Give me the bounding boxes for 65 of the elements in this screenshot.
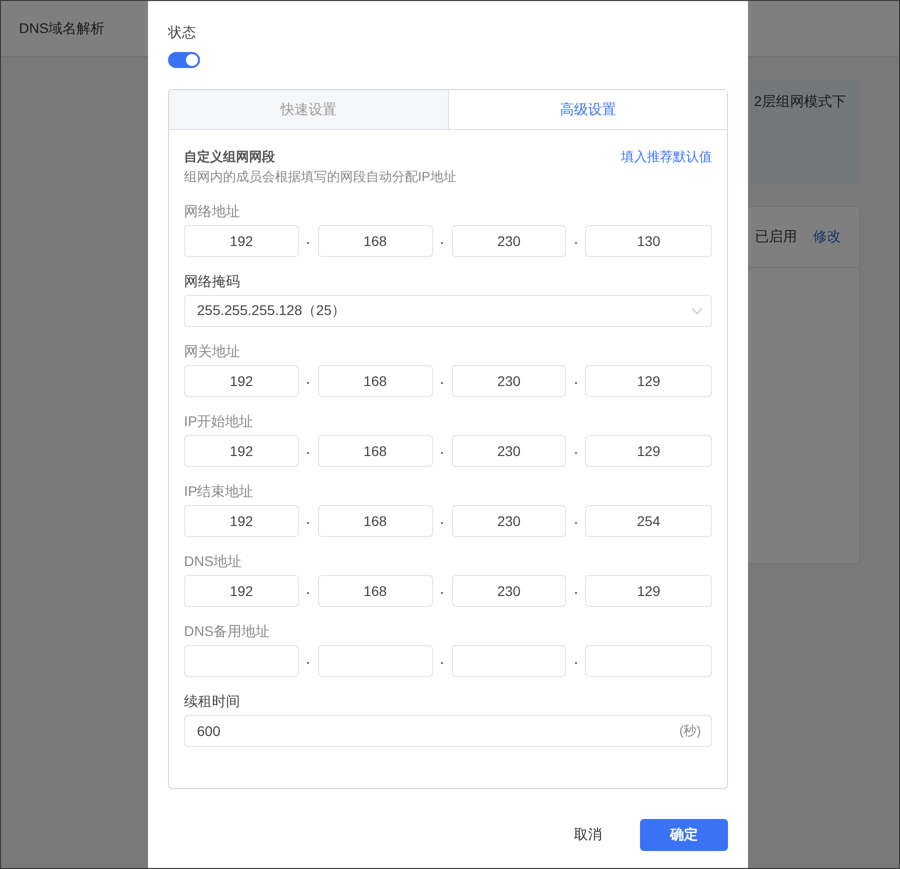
cancel-button[interactable]: 取消 <box>574 826 602 844</box>
input-field[interactable]: 230 <box>452 225 566 257</box>
dot-separator <box>574 522 577 524</box>
input-field[interactable]: 168 <box>318 505 433 537</box>
dot-separator <box>574 662 577 664</box>
input-field[interactable]: 129 <box>585 365 712 397</box>
dot-separator <box>307 522 310 524</box>
field-label: IP开始地址 <box>184 412 254 431</box>
input-field[interactable]: 192 <box>184 435 299 467</box>
field-label: 网络地址 <box>184 202 241 221</box>
dot-separator <box>307 452 310 454</box>
field-label: DNS备用地址 <box>184 622 271 641</box>
dropdown[interactable]: 255.255.255.128（25） <box>184 295 712 327</box>
input-field[interactable]: 192 <box>184 225 299 257</box>
input-field[interactable]: 168 <box>318 435 433 467</box>
fill-default-link[interactable]: 填入推荐默认值 <box>621 147 712 167</box>
unit-text: (秒) <box>679 722 701 740</box>
dot-separator <box>307 242 310 244</box>
notice-text: 2层组网模式下 <box>754 93 846 109</box>
dot-separator <box>307 662 310 664</box>
toggle-switch[interactable] <box>168 52 200 68</box>
field-label: IP结束地址 <box>184 482 254 501</box>
input-field[interactable]: 130 <box>585 225 712 257</box>
chevron-down-icon <box>691 307 703 315</box>
field-label: DNS地址 <box>184 552 243 571</box>
input-field[interactable]: 129 <box>585 435 712 467</box>
tab[interactable]: DNS域名解析 <box>19 20 105 38</box>
section-description: 组网内的成员会根据填写的网段自动分配IP地址 <box>184 168 458 186</box>
input-field[interactable]: 254 <box>585 505 712 537</box>
input-field[interactable]: 230 <box>452 365 566 397</box>
field-label: 网络掩码 <box>184 272 241 291</box>
input-field[interactable]: 192 <box>184 575 299 607</box>
dot-separator <box>441 382 444 384</box>
dot-separator <box>441 452 444 454</box>
dot-separator <box>574 452 577 454</box>
dot-separator <box>574 592 577 594</box>
field-label: 状态 <box>168 23 197 42</box>
dot-separator <box>307 382 310 384</box>
confirm-button[interactable]: 确定 <box>640 819 728 851</box>
input-field[interactable]: 168 <box>318 365 433 397</box>
input-field[interactable]: 168 <box>318 575 433 607</box>
status-text: 已启用 <box>755 228 797 246</box>
dot-separator <box>574 382 577 384</box>
section-title: 自定义组网网段 <box>184 148 275 166</box>
dot-separator <box>441 662 444 664</box>
input-field[interactable]: 600 (秒) <box>184 715 712 747</box>
input-field[interactable]: 192 <box>184 365 299 397</box>
input-field[interactable] <box>184 645 299 677</box>
input-field[interactable]: 129 <box>585 575 712 607</box>
dot-separator <box>307 592 310 594</box>
input-field[interactable]: 230 <box>452 575 566 607</box>
input-field[interactable]: 192 <box>184 505 299 537</box>
input-field[interactable] <box>318 645 433 677</box>
input-field[interactable]: 230 <box>452 505 566 537</box>
dot-separator <box>441 242 444 244</box>
field-label: 网关地址 <box>184 342 241 361</box>
field-label: 续租时间 <box>184 692 241 711</box>
tab[interactable]: 高级设置 <box>448 90 727 129</box>
dot-separator <box>441 592 444 594</box>
input-field[interactable]: 230 <box>452 435 566 467</box>
dot-separator <box>574 242 577 244</box>
dot-separator <box>441 522 444 524</box>
input-field[interactable] <box>452 645 566 677</box>
input-field[interactable] <box>585 645 712 677</box>
input-field[interactable]: 168 <box>318 225 433 257</box>
